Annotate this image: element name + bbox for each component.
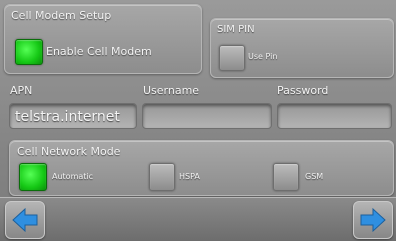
arrow-left-icon — [12, 207, 38, 233]
sim-pin-title: SIM PIN — [217, 24, 255, 35]
gsm-label[interactable]: GSM — [305, 172, 323, 181]
hspa-radio[interactable] — [149, 163, 175, 191]
sim-pin-panel: SIM PIN Use Pin — [210, 18, 394, 78]
use-pin-checkbox[interactable] — [219, 45, 245, 71]
username-label: Username — [143, 84, 200, 97]
cell-modem-setup-screen: Cell Modem Setup Enable Cell Modem SIM P… — [0, 0, 396, 241]
password-field[interactable] — [277, 103, 392, 129]
apn-field[interactable]: telstra.internet — [9, 103, 137, 129]
next-button[interactable] — [353, 201, 393, 239]
password-label: Password — [277, 84, 329, 97]
network-mode-title: Cell Network Mode — [17, 145, 121, 158]
use-pin-label[interactable]: Use Pin — [248, 52, 277, 61]
hspa-label[interactable]: HSPA — [179, 172, 200, 181]
arrow-right-icon — [360, 207, 386, 233]
automatic-label[interactable]: Automatic — [52, 172, 93, 181]
username-field[interactable] — [142, 103, 272, 129]
back-button[interactable] — [5, 201, 45, 239]
cell-modem-title: Cell Modem Setup — [11, 9, 112, 22]
enable-cell-modem-checkbox[interactable] — [15, 39, 43, 65]
enable-cell-modem-label[interactable]: Enable Cell Modem — [46, 45, 152, 58]
network-mode-panel: Cell Network Mode Automatic HSPA GSM — [9, 140, 394, 196]
cell-modem-panel: Cell Modem Setup Enable Cell Modem — [4, 4, 202, 74]
automatic-radio[interactable] — [19, 163, 47, 191]
gsm-radio[interactable] — [273, 163, 299, 191]
apn-label: APN — [10, 84, 33, 97]
bottom-nav-bar — [0, 197, 396, 241]
